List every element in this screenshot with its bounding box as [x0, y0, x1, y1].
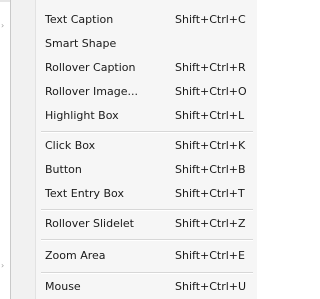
menu-item-smart-shape[interactable]: Smart Shape	[11, 32, 257, 56]
insert-object-menu: Text Caption Shift+Ctrl+C Smart Shape Ro…	[10, 0, 257, 299]
menu-item-shortcut: Shift+Ctrl+U	[175, 280, 247, 293]
menu-item-click-box[interactable]: Click Box Shift+Ctrl+K	[11, 134, 257, 158]
menu-item-rollover-image[interactable]: Rollover Image... Shift+Ctrl+O	[11, 80, 257, 104]
menu-item-highlight-box[interactable]: Highlight Box Shift+Ctrl+L	[11, 104, 257, 128]
background-window-top-border	[0, 0, 10, 2]
menu-item-label: Mouse	[45, 280, 81, 293]
menu-item-mouse[interactable]: Mouse Shift+Ctrl+U	[11, 275, 257, 299]
menu-item-shortcut: Shift+Ctrl+C	[175, 13, 246, 26]
menu-item-label: Text Caption	[45, 13, 114, 26]
menu-item-shortcut: Shift+Ctrl+Z	[175, 217, 246, 230]
menu-item-shortcut: Shift+Ctrl+T	[175, 187, 245, 200]
menu-item-label: Rollover Image...	[45, 85, 138, 98]
menu-item-shortcut: Shift+Ctrl+E	[175, 249, 245, 262]
menu-item-shortcut: Shift+Ctrl+B	[175, 163, 246, 176]
menu-item-zoom-area[interactable]: Zoom Area Shift+Ctrl+E	[11, 244, 257, 268]
menu-item-shortcut: Shift+Ctrl+L	[175, 109, 245, 122]
menu-item-button[interactable]: Button Shift+Ctrl+B	[11, 158, 257, 182]
menu-item-rollover-slidelet[interactable]: Rollover Slidelet Shift+Ctrl+Z	[11, 212, 257, 236]
background-chevron-icon: ›	[1, 21, 5, 30]
menu-separator	[41, 209, 253, 211]
menu-item-rollover-caption[interactable]: Rollover Caption Shift+Ctrl+R	[11, 56, 257, 80]
app-window: › › Text Caption Shift+Ctrl+C Smart Shap…	[0, 0, 257, 299]
menu-separator	[41, 272, 253, 274]
menu-item-label: Text Entry Box	[45, 187, 124, 200]
menu-item-shortcut: Shift+Ctrl+R	[175, 61, 246, 74]
menu-item-text-entry-box[interactable]: Text Entry Box Shift+Ctrl+T	[11, 182, 257, 206]
menu-item-shortcut: Shift+Ctrl+K	[175, 139, 246, 152]
menu-item-shortcut: Shift+Ctrl+O	[175, 85, 247, 98]
menu-item-label: Rollover Slidelet	[45, 217, 134, 230]
menu-separator	[41, 239, 253, 241]
menu-item-label: Zoom Area	[45, 249, 106, 262]
menu-item-label: Button	[45, 163, 82, 176]
menu-item-label: Rollover Caption	[45, 61, 136, 74]
menu-item-label: Highlight Box	[45, 109, 119, 122]
background-chevron-icon: ›	[1, 261, 5, 270]
menu-item-label: Click Box	[45, 139, 96, 152]
menu-item-text-caption[interactable]: Text Caption Shift+Ctrl+C	[11, 8, 257, 32]
menu-separator	[41, 131, 253, 133]
menu-item-label: Smart Shape	[45, 37, 117, 50]
